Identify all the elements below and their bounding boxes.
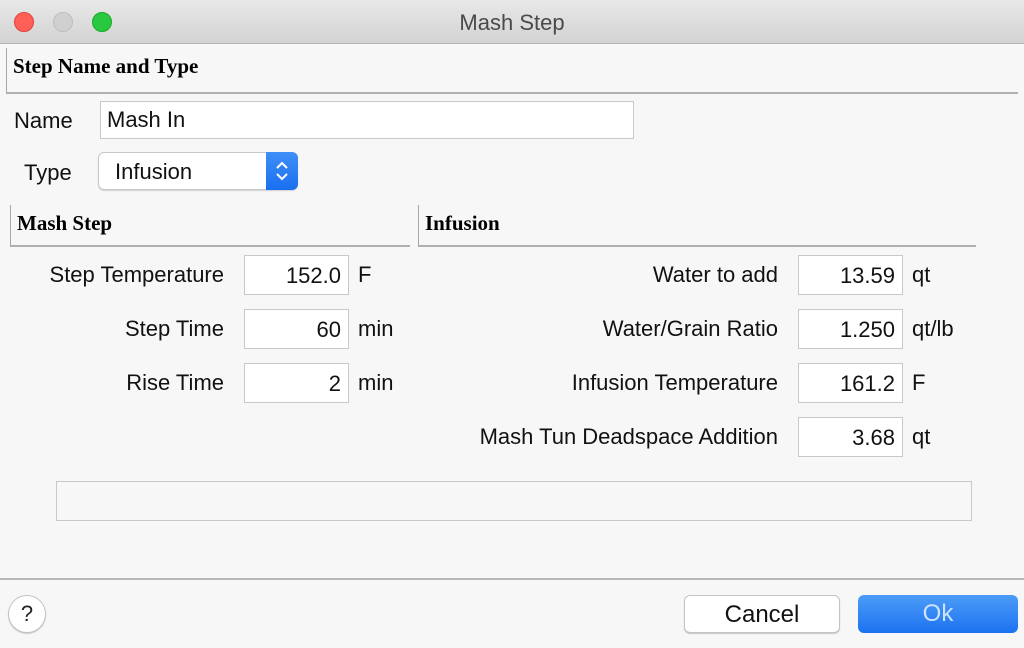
infusion-header: Infusion <box>418 205 976 247</box>
deadspace-addition-label: Mash Tun Deadspace Addition <box>479 424 778 449</box>
rise-time-unit: min <box>358 370 394 395</box>
water-grain-ratio-unit: qt/lb <box>912 316 954 341</box>
rise-time-label: Rise Time <box>126 370 224 395</box>
name-input[interactable]: Mash In <box>100 101 634 139</box>
name-label: Name <box>14 108 73 133</box>
deadspace-addition-input[interactable]: 3.68 <box>798 417 903 457</box>
step-name-type-header: Step Name and Type <box>6 48 1018 94</box>
water-to-add-input[interactable]: 13.59 <box>798 255 903 295</box>
status-box <box>56 481 972 521</box>
window-title: Mash Step <box>459 10 565 35</box>
step-time-label: Step Time <box>124 316 224 341</box>
title-bar: Mash Step <box>0 0 1024 44</box>
help-button[interactable]: ? <box>8 595 46 633</box>
mash-step-dialog: Mash Step Step Name and Type Name Mash I… <box>0 0 1024 648</box>
type-label: Type <box>24 160 72 185</box>
water-to-add-label: Water to add <box>652 262 778 287</box>
type-select-value: Infusion <box>115 159 193 184</box>
infusion-temperature-unit: F <box>912 370 926 395</box>
infusion-temperature-input[interactable]: 161.2 <box>798 363 903 403</box>
step-temperature-input[interactable]: 152.0 <box>244 255 349 295</box>
step-time-input[interactable]: 60 <box>244 309 349 349</box>
infusion-temperature-label: Infusion Temperature <box>571 370 778 395</box>
deadspace-addition-unit: qt <box>912 424 931 449</box>
water-grain-ratio-input[interactable]: 1.250 <box>798 309 903 349</box>
footer-divider <box>0 578 1024 580</box>
ok-button[interactable]: Ok <box>858 595 1018 633</box>
up-down-chevron-icon <box>266 152 298 190</box>
rise-time-input[interactable]: 2 <box>244 363 349 403</box>
step-temperature-unit: F <box>358 262 372 287</box>
water-to-add-unit: qt <box>912 262 931 287</box>
step-temperature-label: Step Temperature <box>49 262 224 287</box>
mash-step-header: Mash Step <box>10 205 410 247</box>
water-grain-ratio-label: Water/Grain Ratio <box>602 316 778 341</box>
cancel-button[interactable]: Cancel <box>684 595 840 633</box>
step-time-unit: min <box>358 316 394 341</box>
type-select[interactable]: Infusion <box>98 152 298 190</box>
